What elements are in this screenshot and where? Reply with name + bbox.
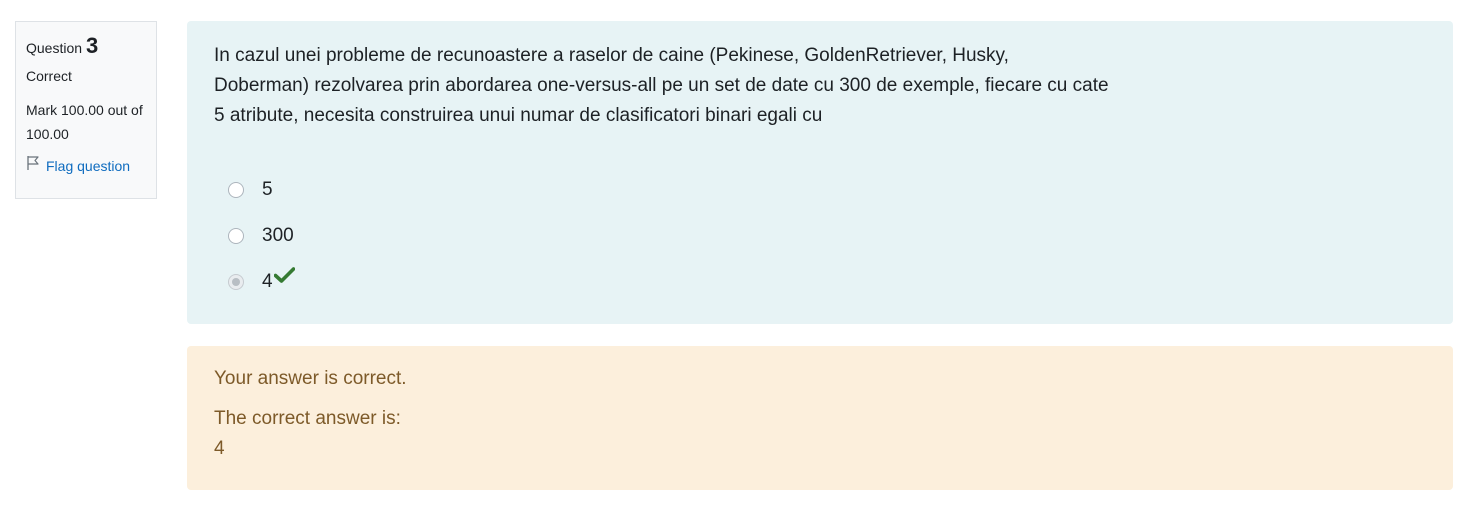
radio-button[interactable]: [228, 182, 244, 198]
flag-icon: [26, 154, 46, 178]
question-text-line: Doberman) rezolvarea prin abordarea one-…: [214, 75, 1109, 96]
answer-option-4[interactable]: 4: [214, 259, 1426, 305]
question-text-line: 5 atribute, necesita construirea unui nu…: [214, 105, 823, 126]
radio-button[interactable]: [228, 228, 244, 244]
question-outcome: Your answer is correct. The correct answ…: [187, 346, 1453, 490]
question-info-panel: Question 3 Correct Mark 100.00 out of 10…: [15, 21, 157, 199]
question-state: Correct: [26, 68, 72, 84]
correct-check-icon: [273, 267, 295, 289]
radio-button-selected[interactable]: [228, 274, 244, 290]
answer-option-label: 5: [262, 179, 273, 200]
question-label: Question: [26, 40, 83, 56]
answer-option-5[interactable]: 5: [214, 167, 1426, 213]
question-grade: Mark 100.00 out of 100.00: [26, 102, 143, 142]
question-formulation: In cazul unei probleme de recunoastere a…: [187, 21, 1453, 324]
answer-option-300[interactable]: 300: [214, 213, 1426, 259]
answer-feedback: Your answer is correct.: [214, 368, 407, 389]
question-number-row: Question 3: [26, 34, 146, 62]
answer-option-label: 300: [262, 225, 294, 246]
flag-question-label: Flag question: [46, 158, 131, 174]
question-text: In cazul unei probleme de recunoastere a…: [214, 41, 1426, 131]
flag-question-button[interactable]: Flag question: [26, 154, 146, 178]
question-number: 3: [86, 33, 99, 58]
question-text-line: In cazul unei probleme de recunoastere a…: [214, 45, 1009, 66]
answer-option-label: 4: [262, 271, 273, 292]
right-answer-label: The correct answer is:: [214, 408, 401, 429]
answer-options: 5 300 4: [214, 167, 1426, 305]
right-answer-value: 4: [214, 438, 225, 459]
